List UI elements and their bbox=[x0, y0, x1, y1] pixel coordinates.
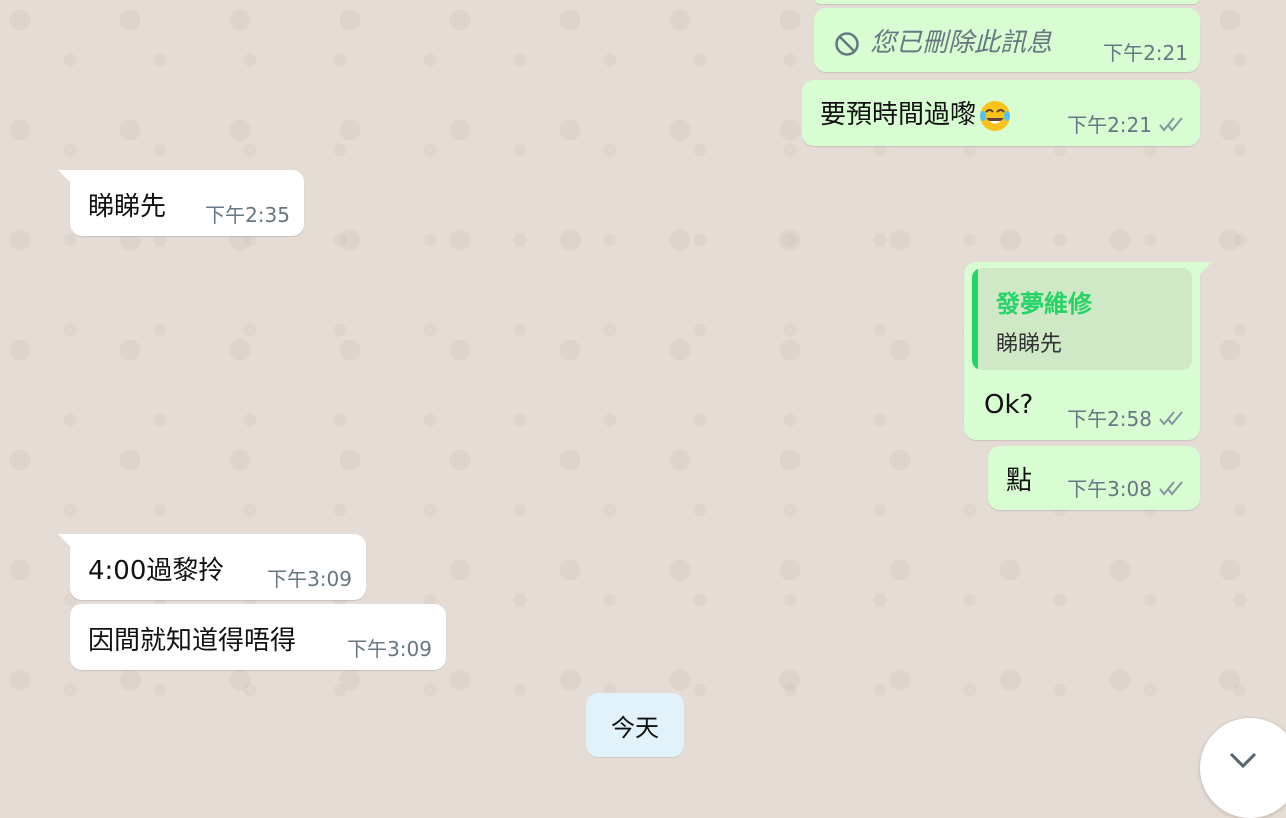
message-text: 因間就知道得唔得 bbox=[88, 626, 297, 656]
message-time: 下午3:09 bbox=[267, 567, 352, 591]
message-time: 下午2:21 bbox=[1067, 113, 1152, 137]
message-time: 下午2:58 bbox=[1067, 407, 1152, 431]
message-time: 下午3:09 bbox=[347, 637, 432, 661]
message-time: 下午2:21 bbox=[1103, 41, 1188, 65]
message-time: 下午2:35 bbox=[205, 203, 290, 227]
double-check-icon bbox=[1158, 115, 1186, 133]
quoted-message[interactable]: 發夢維修 睇睇先 bbox=[972, 268, 1192, 370]
message-bubble-out[interactable] bbox=[814, 0, 1200, 4]
double-check-icon bbox=[1158, 479, 1186, 497]
date-separator: 今天 bbox=[586, 693, 684, 757]
quoted-text: 睇睇先 bbox=[996, 332, 1063, 357]
double-check-icon bbox=[1158, 409, 1186, 427]
message-bubble-out[interactable]: 點 下午3:08 bbox=[988, 446, 1200, 510]
message-bubble-out-deleted[interactable]: 您已刪除此訊息 下午2:21 bbox=[814, 8, 1200, 72]
message-text: 要預時間過嚟 bbox=[820, 100, 977, 130]
quoted-sender: 發夢維修 bbox=[996, 290, 1092, 318]
message-text: Ok? bbox=[984, 390, 1034, 420]
message-bubble-in[interactable]: 因間就知道得唔得 下午3:09 bbox=[70, 604, 446, 670]
ban-icon bbox=[834, 31, 860, 57]
message-text: 睇睇先 bbox=[88, 192, 167, 222]
message-text: 4:00過黎拎 bbox=[88, 556, 225, 586]
message-text: 點 bbox=[1006, 466, 1033, 496]
tears-of-joy-emoji bbox=[978, 99, 1012, 133]
message-bubble-out[interactable]: 要預時間過嚟 下午2:21 bbox=[802, 80, 1200, 146]
message-text: 您已刪除此訊息 bbox=[870, 28, 1053, 58]
message-time: 下午3:08 bbox=[1067, 477, 1152, 501]
message-bubble-out-reply[interactable]: 發夢維修 睇睇先 Ok? 下午2:58 bbox=[964, 262, 1212, 440]
message-bubble-in[interactable]: 4:00過黎拎 下午3:09 bbox=[58, 534, 366, 600]
scroll-to-bottom-button[interactable] bbox=[1200, 718, 1286, 818]
message-bubble-in[interactable]: 睇睇先 下午2:35 bbox=[58, 170, 304, 236]
chevron-down-icon bbox=[1229, 752, 1257, 769]
quote-accent-bar bbox=[972, 268, 978, 370]
